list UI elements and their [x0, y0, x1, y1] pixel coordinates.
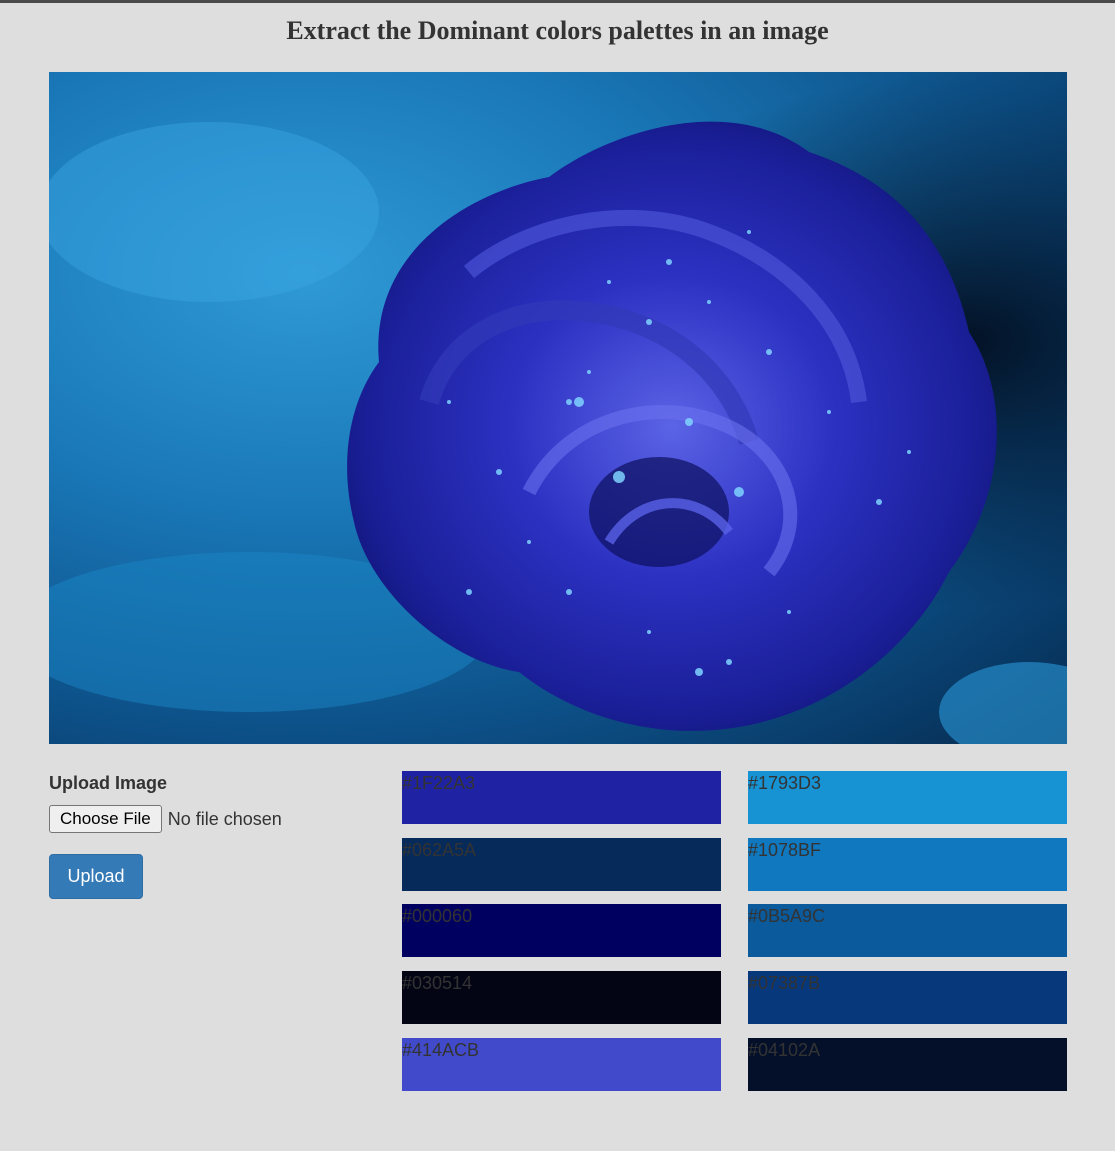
color-swatch: #1078BF: [748, 838, 1067, 891]
upload-image-label: Upload Image: [49, 773, 168, 793]
file-status-text: No file chosen: [167, 808, 282, 829]
color-hex-label: #1F22A3: [402, 773, 476, 793]
color-swatch: #1793D3: [748, 771, 1067, 824]
uploaded-image: [49, 72, 1067, 744]
color-swatch: #0B5A9C: [748, 904, 1067, 957]
upload-button[interactable]: Upload: [49, 854, 143, 899]
color-swatch: #414ACB: [402, 1038, 721, 1091]
rose-image: [49, 72, 1067, 744]
file-input[interactable]: Choose File No file chosen: [49, 805, 282, 833]
choose-file-button[interactable]: Choose File: [49, 805, 162, 833]
color-hex-label: #030514: [402, 973, 473, 993]
color-swatch: #04102A: [748, 1038, 1067, 1091]
color-hex-label: #414ACB: [402, 1040, 480, 1060]
color-hex-label: #1078BF: [748, 840, 822, 860]
page-title: Extract the Dominant colors palettes in …: [286, 16, 829, 45]
color-hex-label: #07387B: [748, 973, 821, 993]
color-swatch: #000060: [402, 904, 721, 957]
color-hex-label: #0B5A9C: [748, 906, 826, 926]
color-swatch: #030514: [402, 971, 721, 1024]
color-hex-label: #04102A: [748, 1040, 821, 1060]
color-hex-label: #062A5A: [402, 840, 477, 860]
color-swatch: #062A5A: [402, 838, 721, 891]
color-swatch: #07387B: [748, 971, 1067, 1024]
color-hex-label: #1793D3: [748, 773, 822, 793]
color-swatch: #1F22A3: [402, 771, 721, 824]
color-hex-label: #000060: [402, 906, 473, 926]
